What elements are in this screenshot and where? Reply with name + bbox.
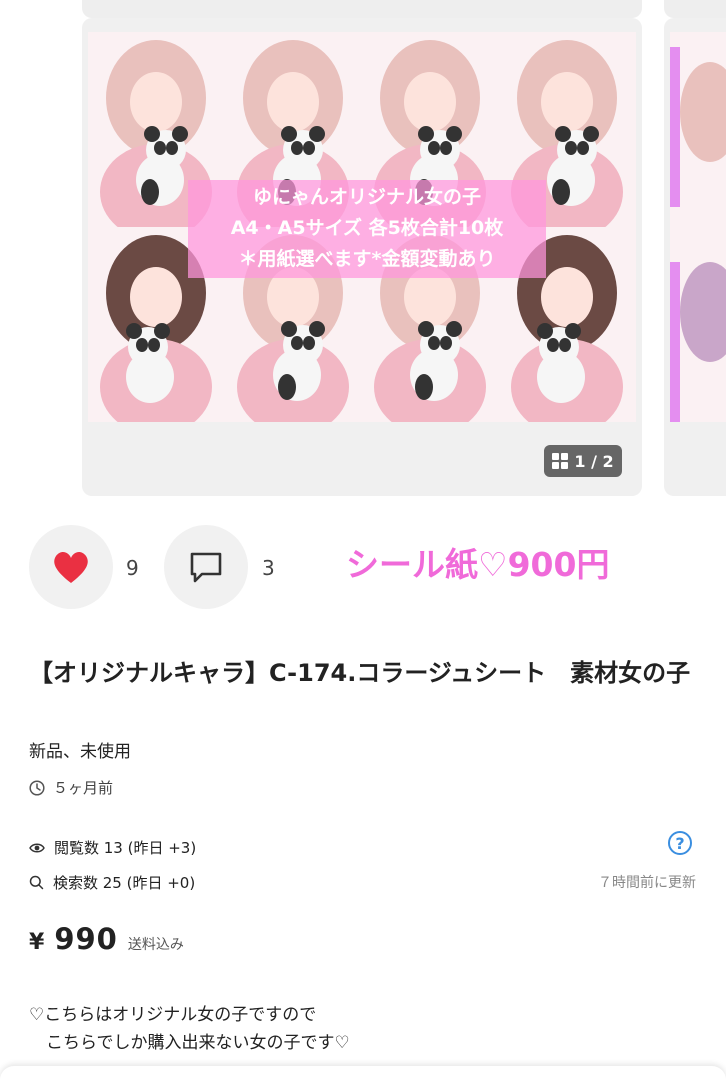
next-image-thumbnail xyxy=(670,32,726,422)
help-icon[interactable]: ? xyxy=(668,831,692,855)
product-image[interactable]: ゆにゃんオリジナル女の子 A4・A5サイズ 各5枚合計10枚 ＊用紙選べます*金… xyxy=(88,32,636,435)
overlay-line: A4・A5サイズ 各5枚合計10枚 xyxy=(230,217,504,239)
posted-time: ５ヶ月前 xyxy=(29,777,113,798)
item-title: 【オリジナルキャラ】C-174.コラージュシート 素材女の子 xyxy=(29,659,691,687)
search-count-text: 検索数 25 (昨日 +0) xyxy=(53,874,196,892)
description-line: ♡こちらはオリジナル女の子ですので xyxy=(29,1005,317,1025)
comment-count: 3 xyxy=(262,556,275,580)
previous-card-edge-right xyxy=(664,0,726,18)
clock-icon xyxy=(29,779,45,796)
like-count: 9 xyxy=(126,556,139,580)
like-button[interactable] xyxy=(29,525,113,609)
previous-card-edge xyxy=(82,0,642,18)
search-count: 検索数 25 (昨日 +0) xyxy=(29,872,195,893)
search-icon xyxy=(29,875,44,890)
image-carousel[interactable]: ゆにゃんオリジナル女の子 A4・A5サイズ 各5枚合計10枚 ＊用紙選べます*金… xyxy=(82,18,642,496)
price: ¥ 990 送料込み xyxy=(29,922,184,956)
view-count: 閲覧数 13 (昨日 +3) xyxy=(29,837,196,858)
view-count-text: 閲覧数 13 (昨日 +3) xyxy=(54,839,197,857)
comment-icon xyxy=(190,552,222,583)
item-description: ♡こちらはオリジナル女の子ですので こちらでしか購入出来ない女の子です♡ xyxy=(29,1001,350,1057)
item-condition: 新品、未使用 xyxy=(29,742,131,762)
overlay-line: ゆにゃんオリジナル女の子 xyxy=(252,186,481,208)
eye-icon xyxy=(29,843,45,852)
price-caption: シール紙♡900円 xyxy=(346,545,610,584)
next-image-art xyxy=(670,32,726,422)
posted-time-text: ５ヶ月前 xyxy=(53,779,114,797)
image-text-overlay: ゆにゃんオリジナル女の子 A4・A5サイズ 各5枚合計10枚 ＊用紙選べます*金… xyxy=(188,180,546,278)
image-counter-text: 1 / 2 xyxy=(574,451,614,471)
shipping-note: 送料込み xyxy=(127,937,184,953)
description-line: こちらでしか購入出来ない女の子です♡ xyxy=(29,1033,350,1053)
grid-icon xyxy=(552,453,569,469)
overlay-line: ＊用紙選べます*金額変動あり xyxy=(238,248,496,270)
bottom-sheet-edge xyxy=(0,1066,726,1086)
image-counter-badge: 1 / 2 xyxy=(544,445,622,477)
next-image-preview[interactable] xyxy=(664,18,726,496)
updated-time: ７時間前に更新 xyxy=(598,875,696,891)
comment-button[interactable] xyxy=(164,525,248,609)
price-amount: 990 xyxy=(54,922,118,956)
currency-symbol: ¥ xyxy=(29,930,45,955)
heart-icon xyxy=(54,551,88,583)
